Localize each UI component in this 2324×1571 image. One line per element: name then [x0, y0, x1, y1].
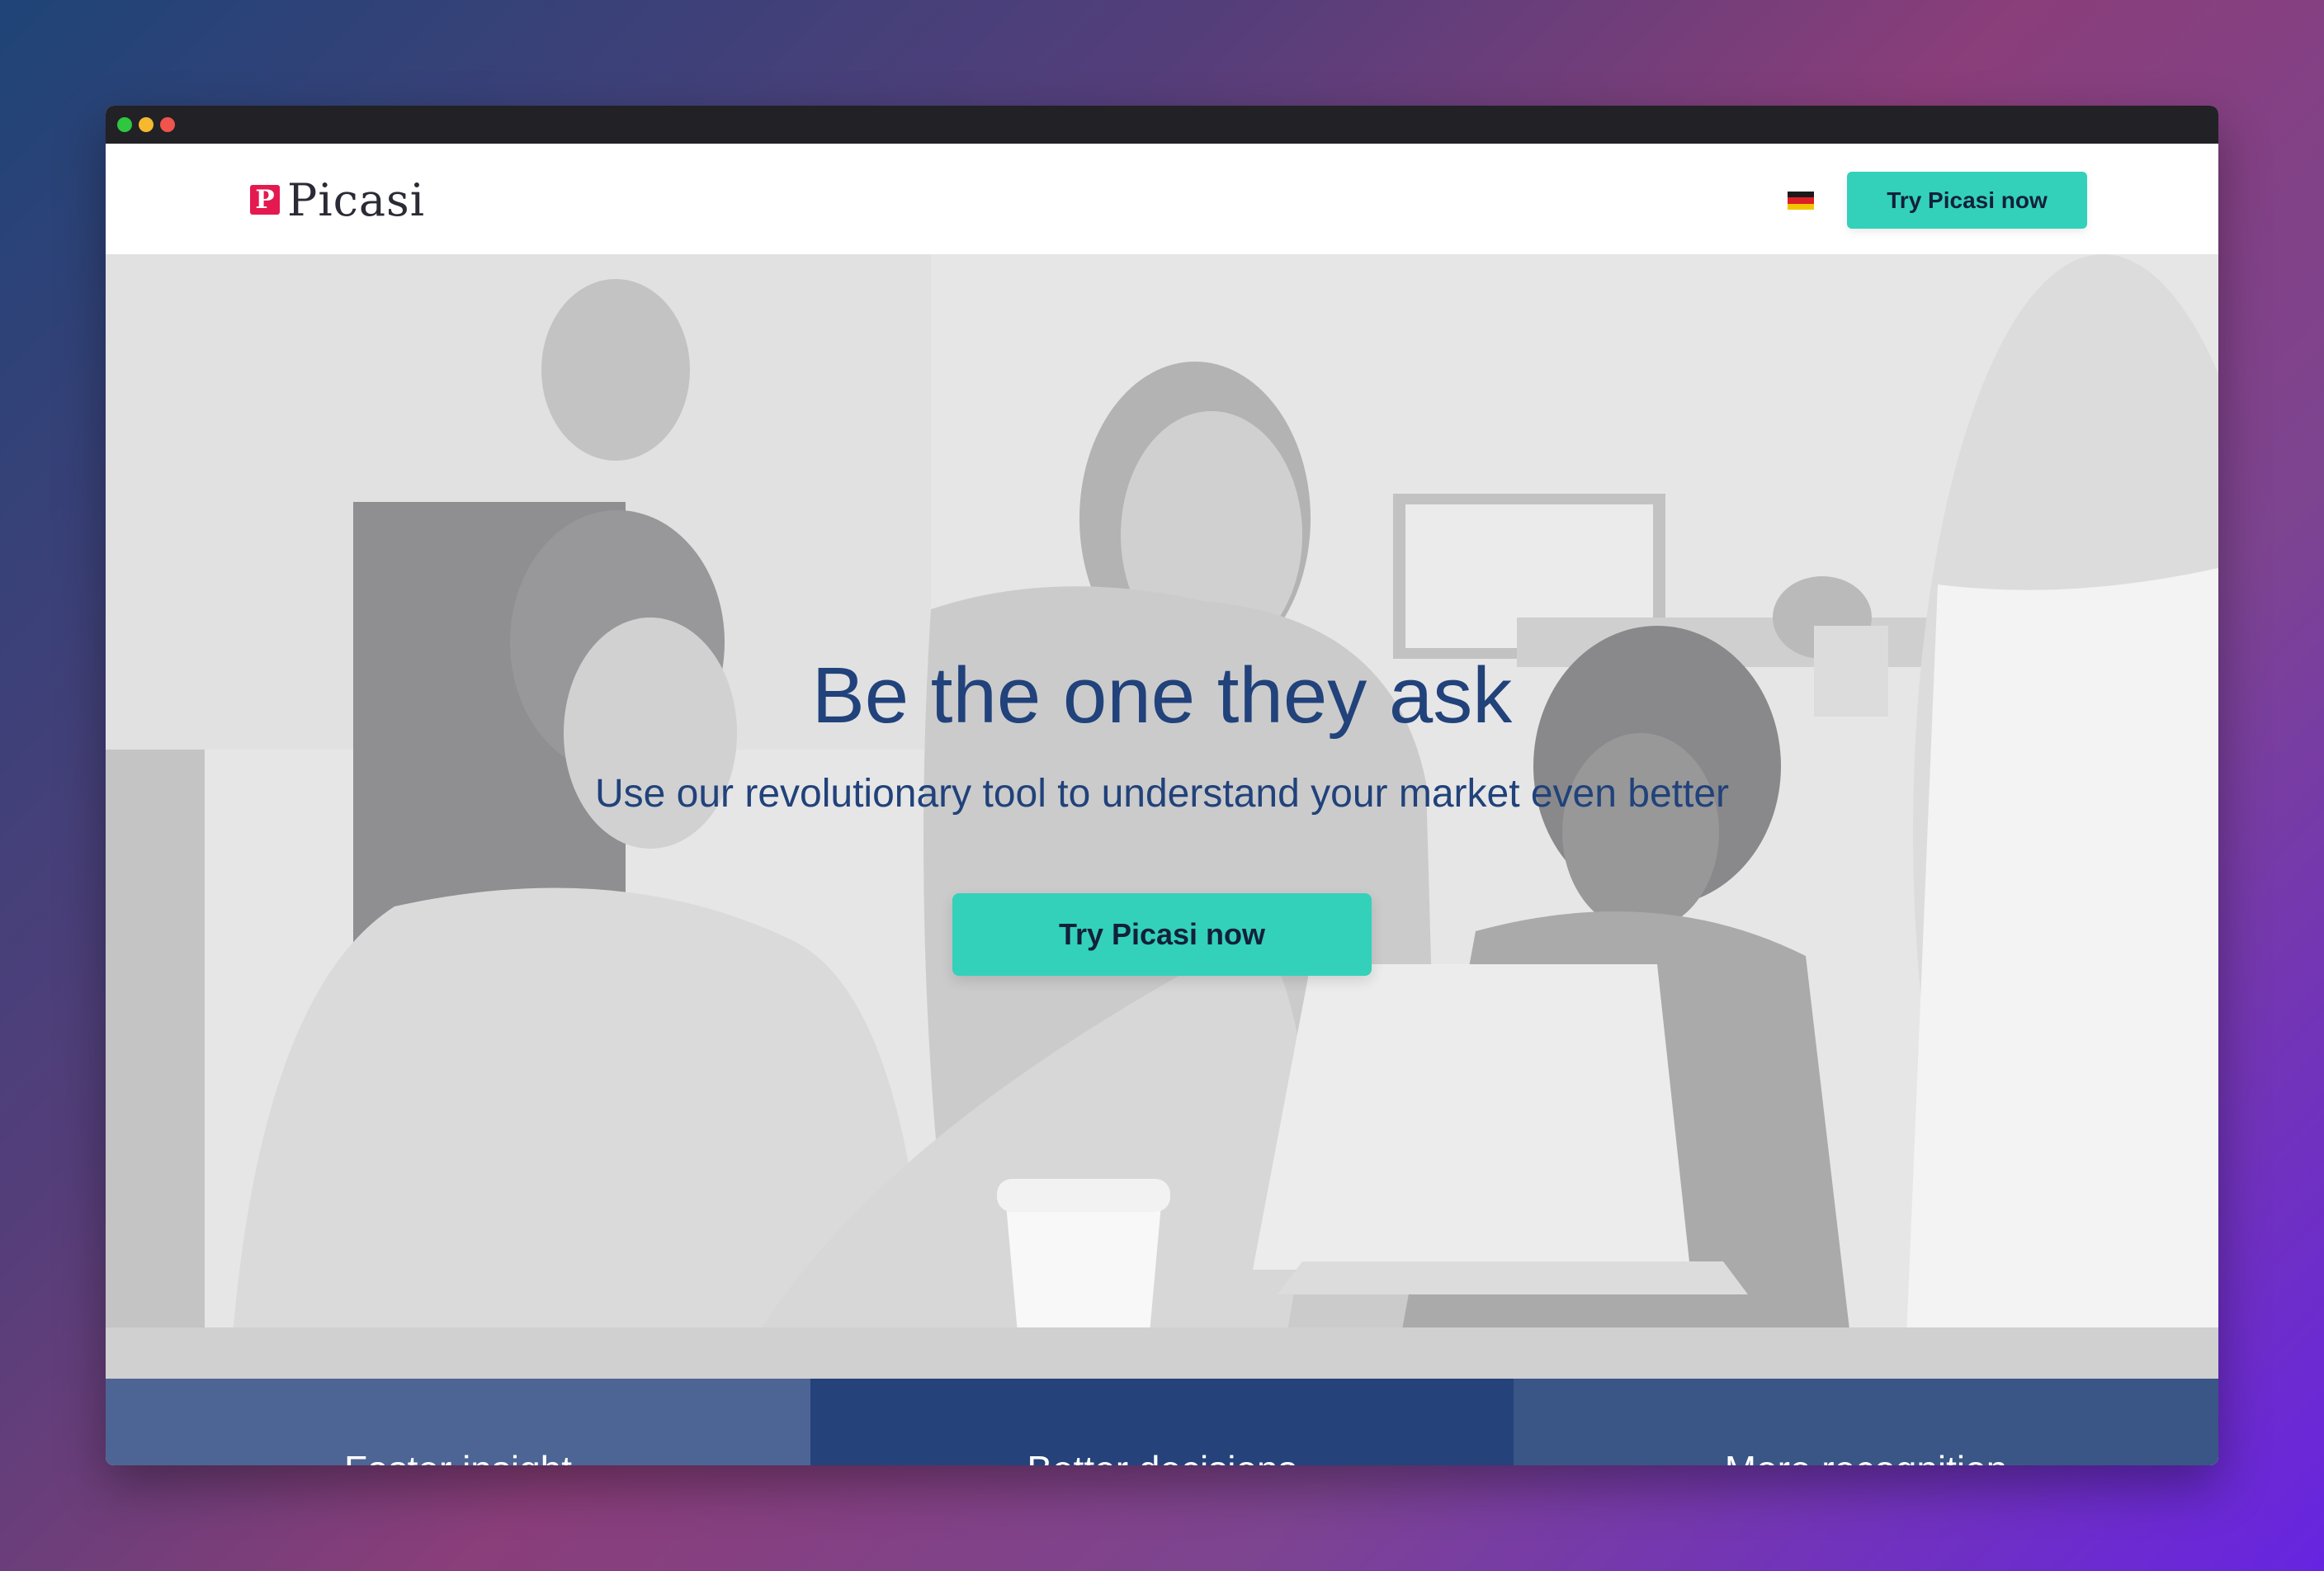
hero-section: Be the one they ask Use our revolutionar…	[106, 254, 2218, 1379]
logo[interactable]: P Picasi	[250, 173, 426, 226]
browser-window: P Picasi Try Picasi now Be the one they …	[106, 106, 2218, 1465]
features-strip: Faster insight Better decisions More rec…	[106, 1379, 2218, 1465]
feature-title: Faster insight	[106, 1446, 810, 1465]
flag-germany-icon[interactable]	[1788, 192, 1814, 210]
window-minimize-button[interactable]	[139, 117, 154, 132]
header-cta-button[interactable]: Try Picasi now	[1847, 172, 2087, 229]
window-maximize-button[interactable]	[117, 117, 132, 132]
hero-subtitle: Use our revolutionary tool to understand…	[594, 772, 1730, 816]
logo-mark-icon: P	[250, 185, 280, 215]
hero-title: Be the one they ask	[811, 651, 1513, 740]
feature-card-better-decisions: Better decisions	[810, 1379, 1514, 1465]
window-close-button[interactable]	[160, 117, 175, 132]
hero-cta-button[interactable]: Try Picasi now	[952, 893, 1372, 976]
window-titlebar	[106, 106, 2218, 144]
logo-text: Picasi	[287, 173, 426, 226]
site-header: P Picasi Try Picasi now	[106, 144, 2218, 254]
feature-card-faster-insight: Faster insight	[106, 1379, 810, 1465]
feature-title: Better decisions	[810, 1446, 1514, 1465]
feature-title: More recognition	[1514, 1446, 2218, 1465]
feature-card-more-recognition: More recognition	[1514, 1379, 2218, 1465]
